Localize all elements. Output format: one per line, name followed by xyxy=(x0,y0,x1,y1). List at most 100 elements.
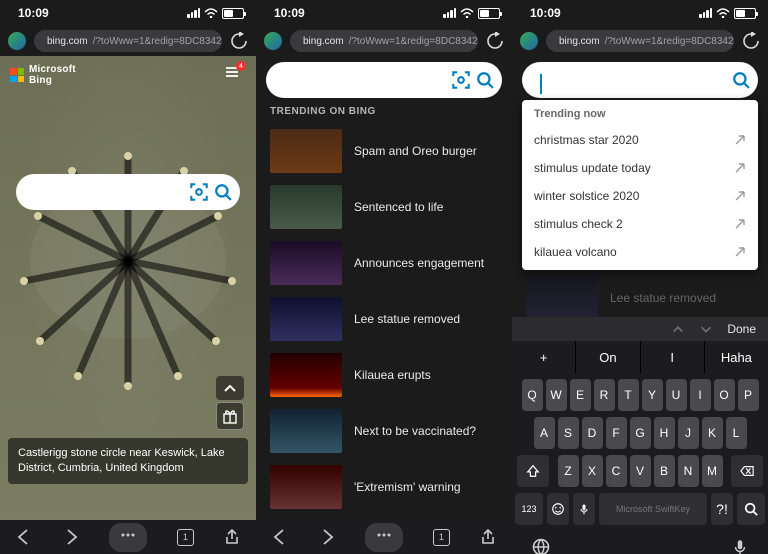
suggestion-item[interactable]: winter solstice 2020 xyxy=(522,182,758,210)
key-q[interactable]: Q xyxy=(522,379,543,411)
tabs-button[interactable]: 1 xyxy=(177,529,194,546)
trending-item[interactable]: Lee statue removed xyxy=(256,293,512,349)
key-p[interactable]: P xyxy=(738,379,759,411)
suggestion-item[interactable]: stimulus check 2 xyxy=(522,210,758,238)
key-k[interactable]: K xyxy=(702,417,723,449)
search-key[interactable] xyxy=(737,493,765,525)
prediction[interactable]: On xyxy=(576,341,640,373)
prediction[interactable]: + xyxy=(512,341,576,373)
exclaim-key[interactable]: ?! xyxy=(711,493,733,525)
back-button[interactable] xyxy=(271,528,289,546)
trending-item[interactable]: Sentenced to life xyxy=(256,181,512,237)
hamburger-menu-button[interactable]: 4 xyxy=(224,64,246,80)
key-u[interactable]: U xyxy=(666,379,687,411)
key-g[interactable]: G xyxy=(630,417,651,449)
visual-search-icon[interactable] xyxy=(452,71,470,89)
key-x[interactable]: X xyxy=(582,455,603,487)
refresh-icon[interactable] xyxy=(742,32,760,50)
key-t[interactable]: T xyxy=(618,379,639,411)
dictation-key[interactable] xyxy=(731,537,749,554)
search-icon[interactable] xyxy=(476,71,494,89)
safari-address-bar[interactable]: bing.com/?toWww=1&redig=8DC83424F97B40..… xyxy=(512,26,768,56)
suggestion-item[interactable]: christmas star 2020 xyxy=(522,126,758,154)
spacebar-key[interactable]: Microsoft SwiftKey xyxy=(599,493,707,525)
key-e[interactable]: E xyxy=(570,379,591,411)
refresh-icon[interactable] xyxy=(486,32,504,50)
safari-toolbar: 1 xyxy=(256,520,512,554)
suggestion-item[interactable]: kilauea volcano xyxy=(522,238,758,266)
trending-item[interactable]: Spam and Oreo burger xyxy=(256,125,512,181)
search-input[interactable] xyxy=(530,73,531,88)
gift-icon xyxy=(222,408,238,424)
key-z[interactable]: Z xyxy=(558,455,579,487)
page-menu-button[interactable] xyxy=(365,523,403,552)
share-button[interactable] xyxy=(479,528,497,546)
backspace-icon xyxy=(739,464,755,478)
tabs-button[interactable]: 1 xyxy=(433,529,450,546)
search-icon[interactable] xyxy=(732,71,750,89)
key-r[interactable]: R xyxy=(594,379,615,411)
back-button[interactable] xyxy=(15,528,33,546)
key-n[interactable]: N xyxy=(678,455,699,487)
trending-item[interactable]: Announces engagement xyxy=(256,237,512,293)
key-m[interactable]: M xyxy=(702,455,723,487)
key-f[interactable]: F xyxy=(606,417,627,449)
url-pill[interactable]: bing.com/?toWww=1&redig=8DC83424F97B40..… xyxy=(546,30,734,52)
search-box[interactable] xyxy=(266,62,502,98)
rewards-button[interactable] xyxy=(216,402,244,430)
key-w[interactable]: W xyxy=(546,379,567,411)
key-d[interactable]: D xyxy=(582,417,603,449)
signal-icon xyxy=(187,8,200,18)
safari-address-bar[interactable]: bing.com/?toWww=1&redig=8DC83424F97B40..… xyxy=(256,26,512,56)
trend-arrow-icon xyxy=(734,218,746,230)
key-i[interactable]: I xyxy=(690,379,711,411)
numbers-key[interactable]: 123 xyxy=(515,493,543,525)
globe-key[interactable] xyxy=(531,537,551,554)
key-l[interactable]: L xyxy=(726,417,747,449)
bing-logo[interactable]: MicrosoftBing xyxy=(10,64,76,86)
forward-button[interactable] xyxy=(62,528,80,546)
key-a[interactable]: A xyxy=(534,417,555,449)
prediction[interactable]: Haha xyxy=(705,341,768,373)
keyboard-done-button[interactable]: Done xyxy=(727,322,756,336)
profile-avatar-icon[interactable] xyxy=(264,32,282,50)
key-b[interactable]: B xyxy=(654,455,675,487)
shift-key[interactable] xyxy=(517,455,549,487)
backspace-key[interactable] xyxy=(731,455,763,487)
key-h[interactable]: H xyxy=(654,417,675,449)
mic-key[interactable] xyxy=(573,493,595,525)
key-j[interactable]: J xyxy=(678,417,699,449)
profile-avatar-icon[interactable] xyxy=(8,32,26,50)
search-icon[interactable] xyxy=(214,183,232,201)
onscreen-keyboard: QWERTYUIOP ASDFGHJKL ZXCVBNM 123 Microso… xyxy=(512,373,768,554)
next-field-button[interactable] xyxy=(699,322,713,336)
profile-avatar-icon[interactable] xyxy=(520,32,538,50)
status-time: 10:09 xyxy=(530,6,561,20)
trending-item[interactable]: Next to be vaccinated? xyxy=(256,405,512,461)
refresh-icon[interactable] xyxy=(230,32,248,50)
key-c[interactable]: C xyxy=(606,455,627,487)
visual-search-icon[interactable] xyxy=(190,183,208,201)
emoji-key[interactable] xyxy=(547,493,569,525)
suggestion-item[interactable]: stimulus update today xyxy=(522,154,758,182)
key-y[interactable]: Y xyxy=(642,379,663,411)
prev-field-button[interactable] xyxy=(671,322,685,336)
page-menu-button[interactable] xyxy=(109,523,147,552)
key-s[interactable]: S xyxy=(558,417,579,449)
safari-address-bar[interactable]: bing.com/?toWww=1&redig=8DC83424F97B40..… xyxy=(0,26,256,56)
url-pill[interactable]: bing.com/?toWww=1&redig=8DC83424F97B40..… xyxy=(34,30,222,52)
search-box-focused[interactable] xyxy=(522,62,758,98)
key-v[interactable]: V xyxy=(630,455,651,487)
battery-icon xyxy=(478,8,500,19)
suggestion-text: kilauea volcano xyxy=(534,245,617,259)
prediction[interactable]: I xyxy=(641,341,705,373)
share-button[interactable] xyxy=(223,528,241,546)
search-box[interactable] xyxy=(16,174,240,210)
expand-up-button[interactable] xyxy=(216,376,244,400)
trending-item[interactable]: Kilauea erupts xyxy=(256,349,512,405)
trending-thumb xyxy=(270,409,342,453)
trending-item[interactable]: 'Extremism' warning xyxy=(256,461,512,517)
key-o[interactable]: O xyxy=(714,379,735,411)
url-pill[interactable]: bing.com/?toWww=1&redig=8DC83424F97B40..… xyxy=(290,30,478,52)
forward-button[interactable] xyxy=(318,528,336,546)
